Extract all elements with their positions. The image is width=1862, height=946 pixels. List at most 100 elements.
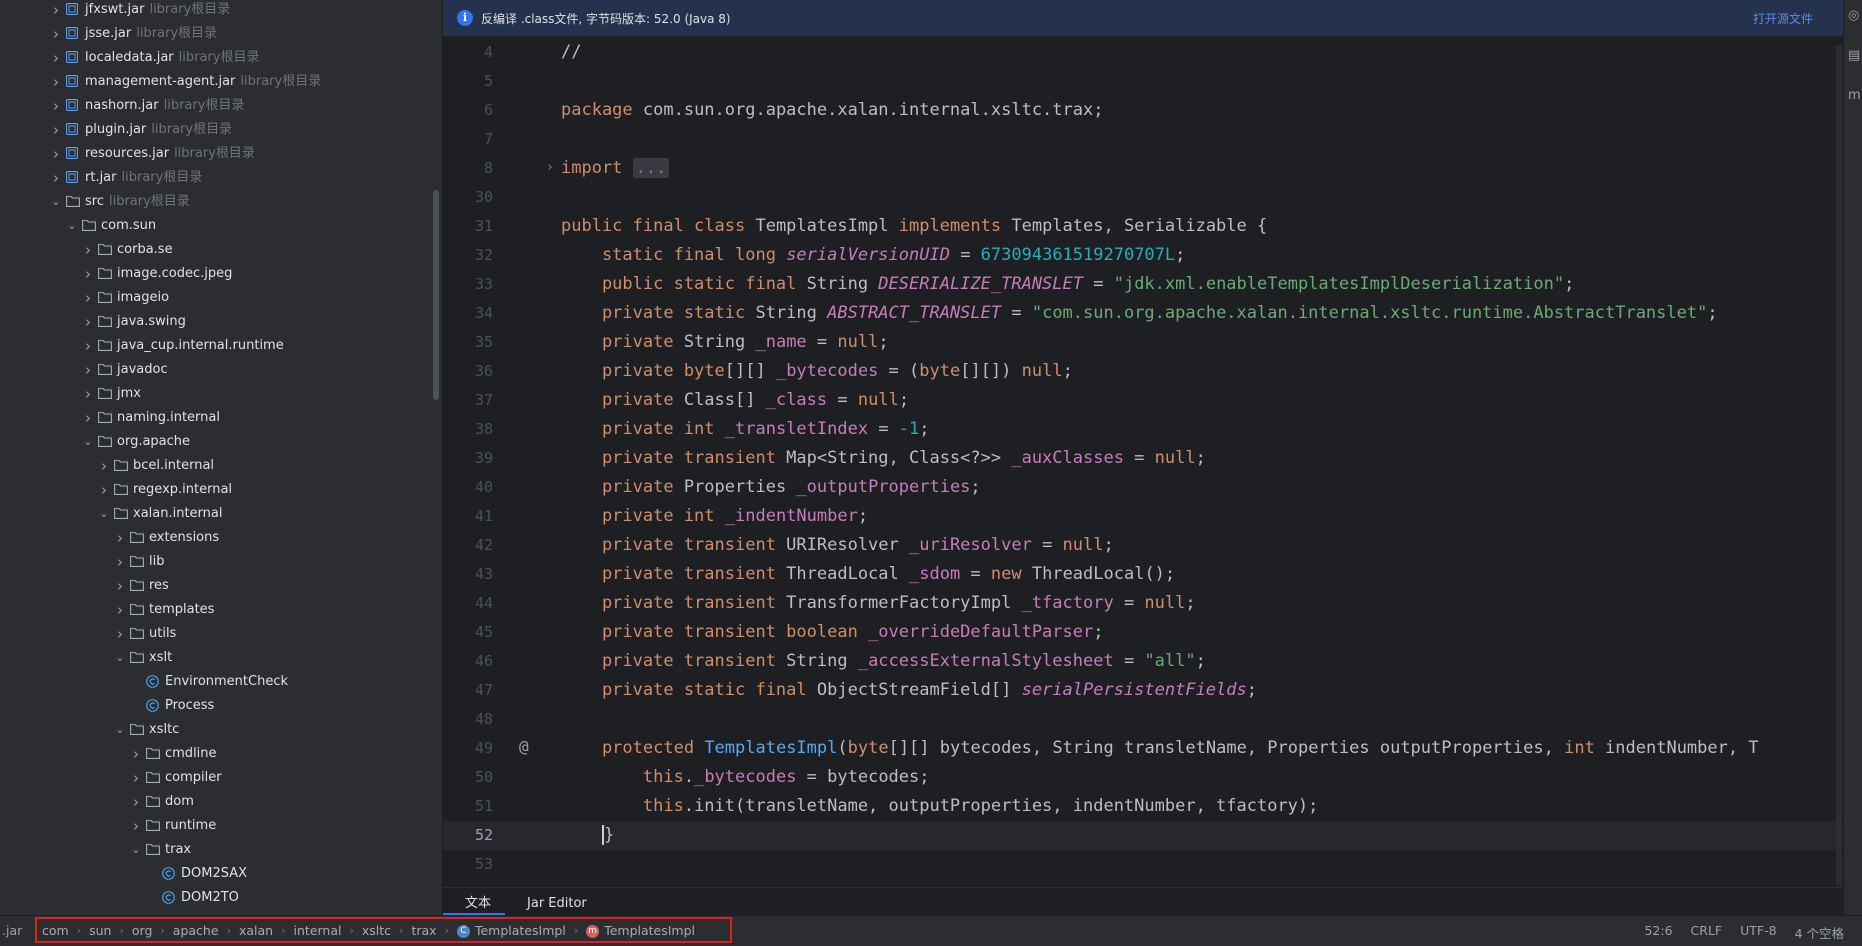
tree-item[interactable]: › localedata.jar library根目录 [48,46,259,70]
override-marker-icon[interactable]: @ [519,737,529,756]
chevron-right-icon[interactable]: › [80,358,96,382]
chevron-right-icon[interactable]: › [128,790,144,814]
code-line[interactable]: private byte[][] _bytecodes = (byte[][])… [561,357,1073,386]
code-line[interactable]: private int _transletIndex = -1; [561,415,930,444]
chevron-right-icon[interactable]: › [112,598,128,622]
chevron-right-icon[interactable]: › [80,382,96,406]
tree-item[interactable]: › bcel.internal [96,454,214,478]
chevron-down-icon[interactable]: ⌄ [128,838,144,862]
chevron-right-icon[interactable]: › [48,46,64,70]
code-line[interactable]: private String _name = null; [561,328,889,357]
tree-item[interactable]: › nashorn.jar library根目录 [48,94,244,118]
chevron-right-icon[interactable]: › [48,166,64,190]
chevron-right-icon[interactable]: › [128,766,144,790]
breadcrumb-item[interactable]: xalan [239,923,273,938]
code-line[interactable]: private static final ObjectStreamField[]… [561,676,1257,705]
code-area[interactable]: 4 // 5 6 package com.sun.org.apache.xalan.in… [443,36,1843,888]
breadcrumb-item[interactable]: xsltc [362,923,391,938]
tree-item[interactable]: › jmx [80,382,141,406]
maven-icon[interactable]: m [1848,88,1861,103]
code-line[interactable]: private int _indentNumber; [561,502,868,531]
chevron-right-icon[interactable]: › [80,334,96,358]
code-line[interactable]: private transient ThreadLocal _sdom = ne… [561,560,1175,589]
chevron-right-icon[interactable]: › [48,0,64,22]
tree-item[interactable]: › lib [112,550,164,574]
breadcrumb-class-item[interactable]: m TemplatesImpl [586,923,695,938]
breadcrumb-item[interactable]: sun [89,923,111,938]
tab-jar-editor[interactable]: Jar Editor [505,896,601,915]
code-line[interactable]: private transient Map<String, Class<?>> … [561,444,1206,473]
tree-item[interactable]: › jsse.jar library根目录 [48,22,217,46]
chevron-right-icon[interactable]: › [48,142,64,166]
tree-item[interactable]: › javadoc [80,358,168,382]
code-line[interactable]: private transient String _accessExternal… [561,647,1206,676]
tree-item[interactable]: ⌄ trax [128,838,191,862]
tree-item[interactable]: EnvironmentCheck [128,670,288,694]
chevron-right-icon[interactable]: › [80,262,96,286]
tree-item[interactable]: › rt.jar library根目录 [48,166,202,190]
chevron-down-icon[interactable]: ⌄ [112,718,128,742]
chevron-down-icon[interactable]: ⌄ [64,214,80,238]
code-line[interactable]: public static final String DESERIALIZE_T… [561,270,1574,299]
code-line[interactable]: private static String ABSTRACT_TRANSLET … [561,299,1718,328]
tree-item[interactable]: › jfxswt.jar library根目录 [48,0,230,22]
tree-item[interactable]: › runtime [128,814,216,838]
chevron-right-icon[interactable]: › [48,118,64,142]
chevron-right-icon[interactable]: › [112,526,128,550]
code-line[interactable]: private transient boolean _overrideDefau… [561,618,1104,647]
chevron-right-icon[interactable]: › [80,286,96,310]
breadcrumb-item[interactable]: org [132,923,153,938]
code-line[interactable]: this.init(transletName, outputProperties… [561,792,1319,821]
tree-item[interactable]: ⌄ xalan.internal [96,502,222,526]
chevron-right-icon[interactable]: › [80,238,96,262]
chevron-right-icon[interactable]: › [80,406,96,430]
tree-item[interactable]: › utils [112,622,176,646]
chevron-down-icon[interactable]: ⌄ [80,430,96,454]
tree-item[interactable]: › plugin.jar library根目录 [48,118,232,142]
tree-item[interactable]: › management-agent.jar library根目录 [48,70,321,94]
tree-item[interactable]: › templates [112,598,214,622]
tree-item[interactable]: › corba.se [80,238,173,262]
database-icon[interactable]: ▤ [1848,48,1860,63]
tree-item[interactable]: › dom [128,790,194,814]
tree-item[interactable]: › extensions [112,526,219,550]
chevron-right-icon[interactable]: › [48,22,64,46]
tree-item[interactable]: ⌄ xslt [112,646,172,670]
chevron-right-icon[interactable]: › [112,622,128,646]
chevron-right-icon[interactable]: › [48,94,64,118]
tab-text[interactable]: 文本 [443,892,506,915]
chevron-right-icon[interactable]: › [96,478,112,502]
tree-item[interactable]: › java.swing [80,310,186,334]
folded-imports[interactable]: ... [632,158,670,178]
chevron-down-icon[interactable]: ⌄ [48,190,64,214]
tree-item[interactable]: ⌄ xsltc [112,718,179,742]
tree-item[interactable]: ⌄ src library根目录 [48,190,189,214]
tree-item[interactable]: › naming.internal [80,406,220,430]
caret-position[interactable]: 52:6 [1644,923,1672,942]
code-line[interactable]: private transient TransformerFactoryImpl… [561,589,1196,618]
tree-item[interactable]: ⌄ com.sun [64,214,156,238]
tree-item[interactable]: › regexp.internal [96,478,232,502]
open-source-file-link[interactable]: 打开源文件 [1753,10,1813,27]
chevron-right-icon[interactable]: › [112,550,128,574]
code-line[interactable]: private Class[] _class = null; [561,386,909,415]
code-line[interactable]: } [561,821,614,850]
code-line[interactable]: static final long serialVersionUID = 673… [561,241,1185,270]
tree-item[interactable]: › res [112,574,169,598]
breadcrumb-item[interactable]: com [42,923,69,938]
code-line[interactable]: // [561,38,581,67]
code-line[interactable]: this._bytecodes = bytecodes; [561,763,930,792]
chevron-down-icon[interactable]: ⌄ [96,502,112,526]
fold-expand-icon[interactable]: › [546,160,554,175]
tree-item[interactable]: › compiler [128,766,222,790]
tree-item[interactable]: › imageio [80,286,169,310]
tree-item[interactable]: › resources.jar library根目录 [48,142,255,166]
chevron-right-icon[interactable]: › [80,310,96,334]
code-line[interactable]: import ... [561,154,670,183]
chevron-down-icon[interactable]: ⌄ [112,646,128,670]
tree-item[interactable]: ⌄ org.apache [80,430,190,454]
code-line[interactable]: private transient URIResolver _uriResolv… [561,531,1114,560]
breadcrumb-class-item[interactable]: C TemplatesImpl [456,923,566,938]
tree-item[interactable]: › cmdline [128,742,217,766]
code-line[interactable]: public final class TemplatesImpl impleme… [561,212,1267,241]
